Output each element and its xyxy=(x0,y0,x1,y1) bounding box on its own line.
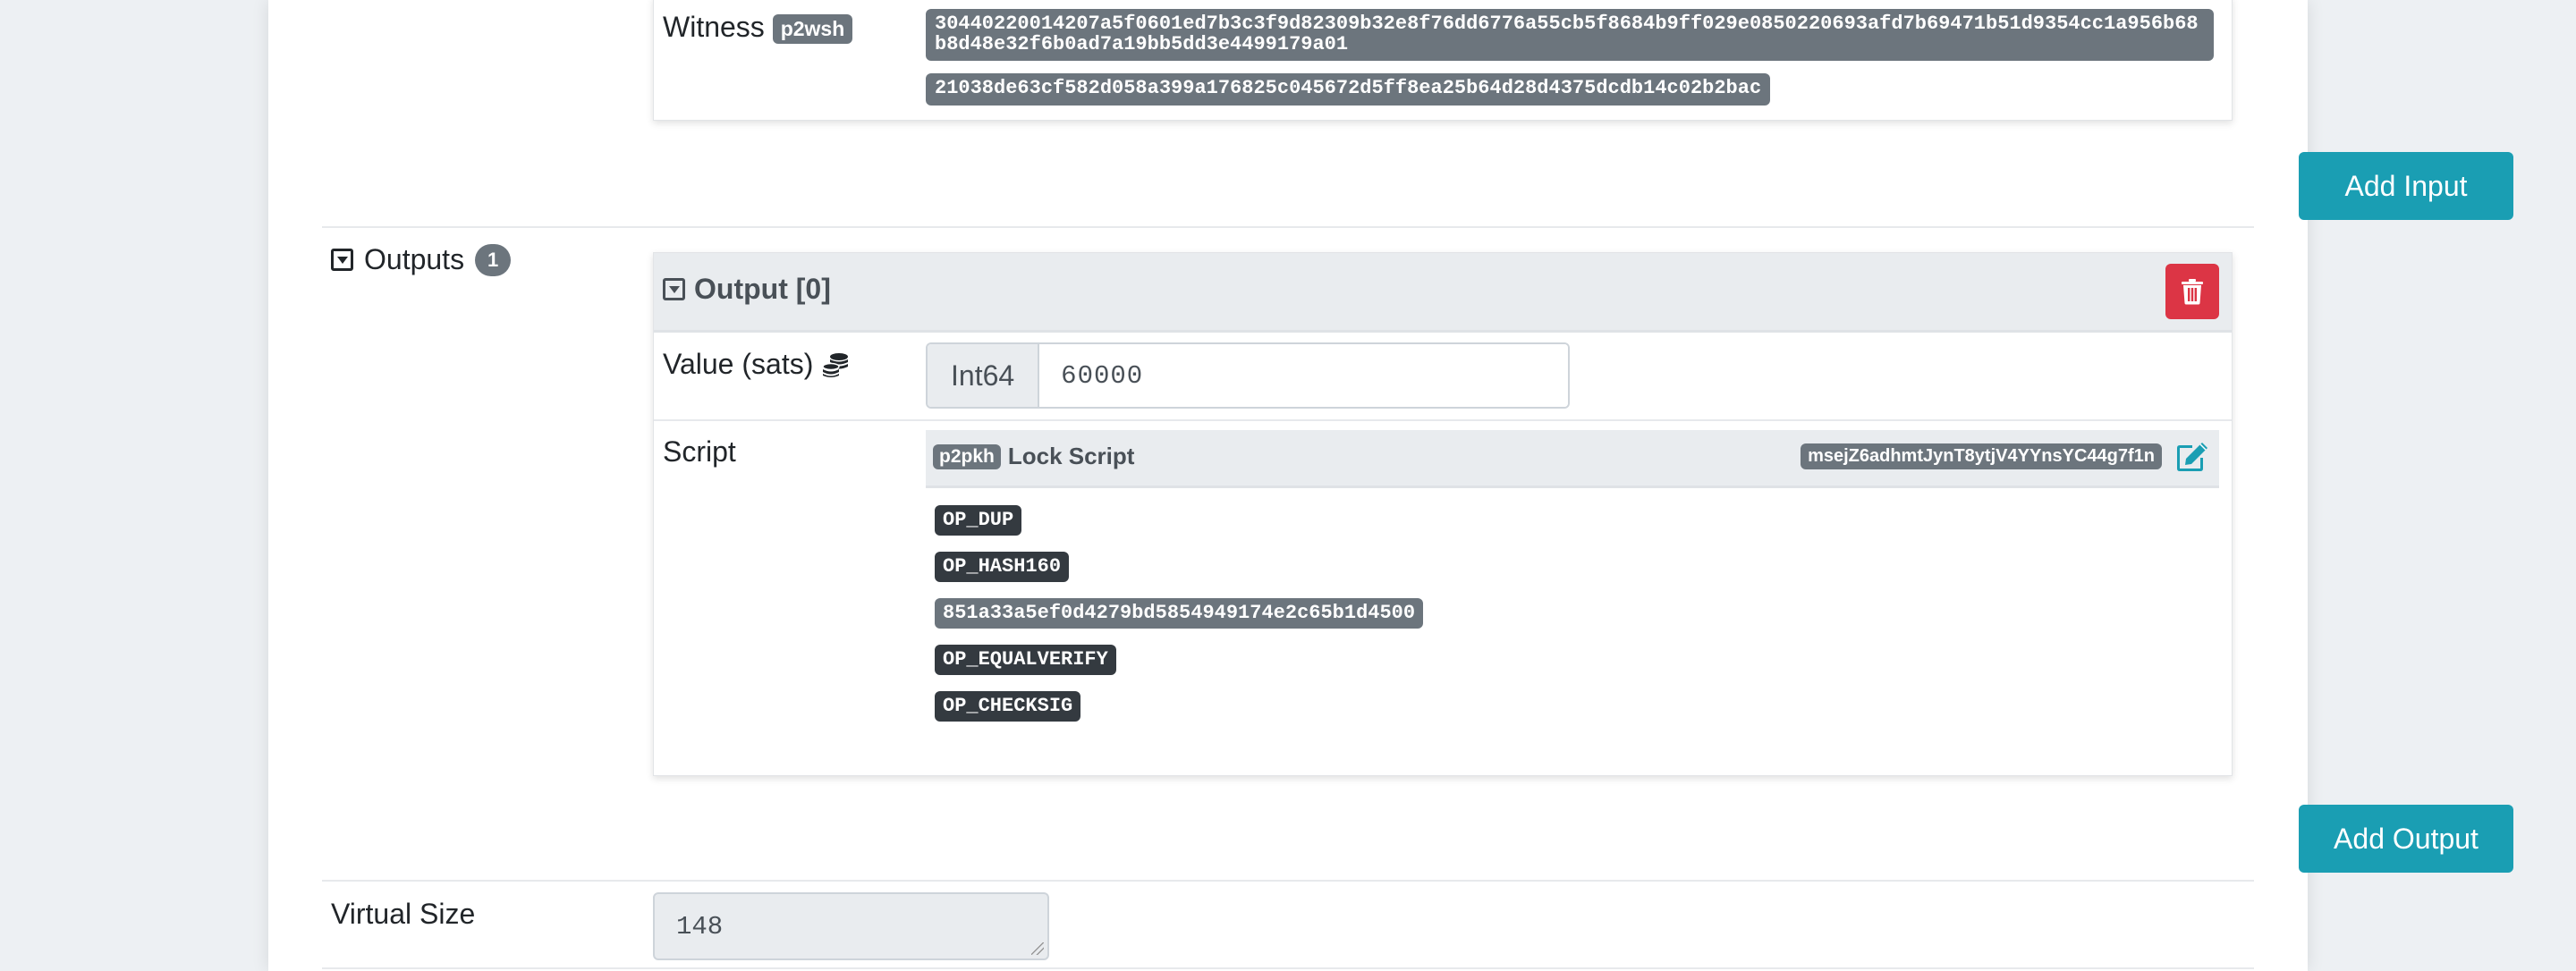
output-title-group: Output [0] xyxy=(663,273,831,306)
section-divider xyxy=(322,226,2254,228)
witness-row-label: Witness p2wsh xyxy=(663,11,853,45)
witness-item-0: 30440220014207a5f0601ed7b3c3f9d82309b32e… xyxy=(926,9,2214,61)
script-op-2: 851a33a5ef0d4279bd5854949174e2c65b1d4500 xyxy=(935,598,1424,629)
outputs-collapse-toggle[interactable] xyxy=(331,249,353,271)
virtual-size-label: Virtual Size xyxy=(331,898,476,930)
page-container: Witness p2wsh 30440220014207a5f0601ed7b3… xyxy=(268,0,2513,971)
value-label: Value (sats) xyxy=(663,348,814,380)
value-input[interactable] xyxy=(1039,344,1568,407)
value-row-label: Value (sats) xyxy=(663,348,849,381)
outputs-label: Outputs xyxy=(364,243,465,275)
add-output-button[interactable]: Add Output xyxy=(2299,805,2513,873)
script-op-0: OP_DUP xyxy=(935,505,1022,536)
script-op-1: OP_HASH160 xyxy=(935,552,1070,582)
output-card: Output [0] Value (sats) Int64 60000 Scri… xyxy=(653,252,2233,776)
output-card-header: Output [0] xyxy=(654,253,2232,333)
output-title: Output [0] xyxy=(694,273,831,305)
edit-icon[interactable] xyxy=(2174,439,2210,473)
outputs-section-header: Outputs 1 xyxy=(331,243,512,276)
trash-icon xyxy=(2182,279,2203,305)
delete-output-button[interactable] xyxy=(2165,264,2219,319)
add-input-button[interactable]: Add Input xyxy=(2299,152,2513,220)
value-type-label: Int64 xyxy=(928,344,1040,407)
address-badge: msejZ6adhmtJynT8ytjV4YYnsYC44g7f1n xyxy=(1801,443,2162,469)
witness-type-badge: p2wsh xyxy=(772,14,853,45)
script-title-group: p2pkh Lock Script xyxy=(933,443,1134,470)
caret-down-icon xyxy=(668,285,680,293)
value-input-group: Int64 xyxy=(926,342,1570,409)
input-card: Witness p2wsh 30440220014207a5f0601ed7b3… xyxy=(653,0,2233,121)
script-op-4: OP_CHECKSIG xyxy=(935,691,1081,722)
script-label: Script xyxy=(663,435,736,468)
output-collapse-toggle[interactable] xyxy=(663,278,685,300)
script-op-3: OP_EQUALVERIFY xyxy=(935,645,1116,675)
coins-icon xyxy=(822,352,849,377)
witness-label: Witness xyxy=(663,11,765,43)
section-divider xyxy=(322,967,2254,969)
virtual-size-field: 148 xyxy=(653,892,1049,960)
script-header: p2pkh Lock Script msejZ6adhmtJynT8ytjV4Y… xyxy=(926,430,2219,488)
outputs-count-badge: 1 xyxy=(475,243,512,276)
virtual-size-value: 148 xyxy=(676,911,724,941)
script-title: Lock Script xyxy=(1007,443,1135,469)
witness-item-1: 21038de63cf582d058a399a176825c045672d5ff… xyxy=(926,73,1771,106)
row-divider xyxy=(654,419,2232,421)
caret-down-icon xyxy=(336,256,348,264)
script-type-badge: p2pkh xyxy=(933,443,1001,469)
resize-handle[interactable] xyxy=(1031,942,1044,955)
script-ops-list: OP_DUP OP_HASH160 851a33a5ef0d4279bd5854… xyxy=(935,505,1424,722)
section-divider xyxy=(322,880,2254,882)
